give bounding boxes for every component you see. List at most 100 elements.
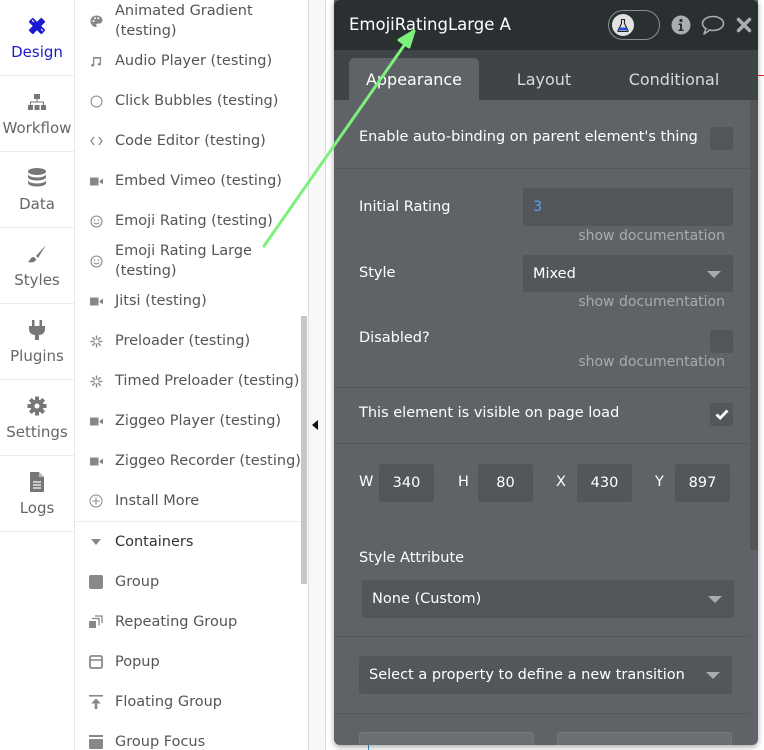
transition-row: Select a property to define a new transi… [334, 637, 750, 714]
element-jitsi[interactable]: Jitsi (testing) [76, 291, 301, 311]
height-input[interactable]: 80 [478, 464, 533, 502]
x-input[interactable]: 430 [577, 464, 632, 502]
property-editor-scrollbar[interactable] [750, 100, 758, 550]
panel-action-button[interactable] [359, 732, 534, 745]
floating-group-icon [86, 695, 106, 709]
element-label: Audio Player (testing) [115, 53, 273, 69]
install-more-button[interactable]: Install More [76, 491, 301, 511]
nav-data-label: Data [19, 194, 55, 213]
element-label: Jitsi (testing) [115, 293, 207, 309]
style-doc-link[interactable]: show documentation [578, 294, 725, 310]
plus-circle-icon [86, 494, 106, 508]
element-repeating-group[interactable]: Repeating Group [76, 612, 301, 632]
nav-data[interactable]: Data [0, 152, 74, 228]
element-ziggeo-player[interactable]: Ziggeo Player (testing) [76, 411, 301, 431]
collapse-palette-button[interactable] [312, 420, 318, 430]
element-label: Floating Group [115, 694, 222, 710]
y-label: Y [655, 474, 664, 490]
panel-action-button[interactable] [557, 732, 732, 745]
element-timed-preloader[interactable]: Timed Preloader (testing) [76, 371, 301, 391]
section-label: Containers [115, 534, 194, 550]
nav-styles[interactable]: Styles [0, 228, 74, 304]
dimensions-row: W 340 H 80 X 430 Y 897 [334, 444, 750, 536]
element-label: Popup [115, 654, 160, 670]
auto-binding-row: Enable auto-binding on parent element's … [334, 100, 750, 169]
height-label: H [458, 474, 469, 490]
element-list-scrollbar[interactable] [301, 316, 307, 584]
database-icon [26, 167, 48, 189]
nav-settings[interactable]: Settings [0, 380, 74, 456]
palette-gutter [308, 0, 326, 750]
element-preloader[interactable]: Preloader (testing) [76, 331, 301, 351]
info-icon[interactable] [670, 14, 692, 36]
style-dropdown[interactable]: Mixed [523, 255, 733, 292]
nav-workflow[interactable]: Workflow [0, 76, 74, 152]
style-attribute-row: Style Attribute None (Custom) [334, 536, 750, 637]
element-animated-gradient[interactable]: Animated Gradient (testing) [76, 1, 301, 41]
visible-label: This element is visible on page load [359, 405, 620, 421]
element-group[interactable]: Group [76, 572, 301, 592]
tab-layout[interactable]: Layout [479, 58, 609, 100]
element-popup[interactable]: Popup [76, 652, 301, 672]
gear-icon [26, 395, 48, 417]
element-click-bubbles[interactable]: Click Bubbles (testing) [76, 91, 301, 111]
x-label: X [556, 474, 566, 490]
video-camera-icon [86, 297, 106, 306]
element-emoji-rating[interactable]: Emoji Rating (testing) [76, 211, 301, 231]
nav-design-label: Design [11, 42, 63, 61]
circle-icon [86, 95, 106, 108]
document-icon [26, 471, 48, 493]
element-label: Animated Gradient (testing) [115, 3, 253, 39]
chevron-down-icon [706, 672, 720, 679]
element-embed-vimeo[interactable]: Embed Vimeo (testing) [76, 171, 301, 191]
element-label: Install More [115, 493, 200, 509]
music-note-icon [86, 56, 106, 67]
chevron-down-icon [708, 596, 722, 603]
disabled-doc-link[interactable]: show documentation [578, 354, 725, 370]
nav-workflow-label: Workflow [2, 118, 72, 137]
spinner-icon [86, 375, 106, 388]
element-code-editor[interactable]: Code Editor (testing) [76, 131, 301, 151]
element-floating-group[interactable]: Floating Group [76, 692, 301, 712]
style-label: Style [359, 265, 396, 281]
width-input[interactable]: 340 [379, 464, 434, 502]
nav-plugins[interactable]: Plugins [0, 304, 74, 380]
caret-down-icon [86, 539, 106, 545]
test-mode-toggle[interactable] [608, 10, 660, 40]
group-focus-icon [86, 735, 106, 749]
disabled-checkbox[interactable] [710, 330, 733, 353]
element-group-focus[interactable]: Group Focus [76, 732, 301, 750]
repeating-group-icon [86, 615, 106, 629]
section-divider [76, 521, 301, 522]
containers-section-header[interactable]: Containers [76, 532, 301, 552]
property-editor-header[interactable]: EmojiRatingLarge A [334, 0, 758, 50]
element-label: Embed Vimeo (testing) [115, 173, 282, 189]
code-icon [86, 136, 106, 146]
design-icon [26, 15, 48, 37]
auto-binding-checkbox[interactable] [710, 127, 733, 150]
comment-icon[interactable] [700, 14, 726, 36]
element-emoji-rating-large[interactable]: Emoji Rating Large (testing) [76, 241, 301, 281]
element-name[interactable]: EmojiRatingLarge A [349, 15, 511, 34]
element-label: Emoji Rating (testing) [115, 213, 273, 229]
tab-appearance[interactable]: Appearance [349, 58, 479, 100]
brush-icon [26, 243, 48, 265]
close-icon[interactable] [733, 14, 755, 36]
nav-logs[interactable]: Logs [0, 456, 74, 532]
initial-rating-doc-link[interactable]: show documentation [578, 228, 725, 244]
element-label: Ziggeo Player (testing) [115, 413, 282, 429]
visible-checkbox[interactable] [710, 403, 733, 426]
video-camera-icon [86, 177, 106, 186]
tab-conditional[interactable]: Conditional [609, 58, 739, 100]
plugin-fields-section: Initial Rating 3 show documentation Styl… [334, 169, 750, 388]
element-label: Emoji Rating Large (testing) [115, 243, 252, 279]
style-attribute-dropdown[interactable]: None (Custom) [362, 580, 734, 618]
element-audio-player[interactable]: Audio Player (testing) [76, 51, 301, 71]
y-input[interactable]: 897 [675, 464, 730, 502]
transition-dropdown[interactable]: Select a property to define a new transi… [359, 656, 732, 694]
element-ziggeo-recorder[interactable]: Ziggeo Recorder (testing) [76, 451, 301, 471]
initial-rating-input[interactable]: 3 [523, 188, 733, 226]
nav-plugins-label: Plugins [10, 346, 64, 365]
nav-design[interactable]: Design [0, 0, 74, 76]
video-camera-icon [86, 417, 106, 426]
